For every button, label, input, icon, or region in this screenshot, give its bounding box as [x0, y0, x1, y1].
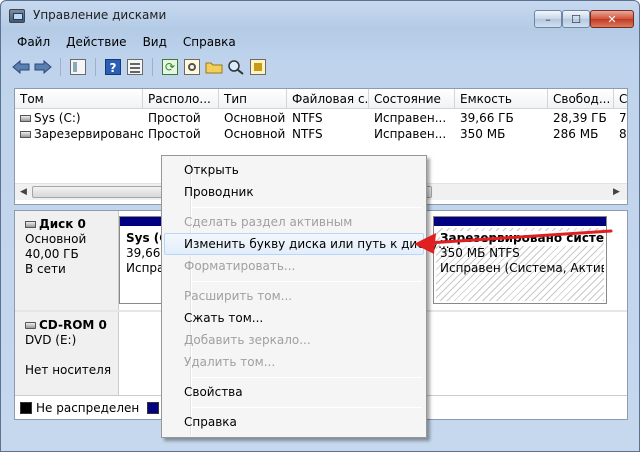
menu-item-properties[interactable]: Свойства	[164, 381, 424, 403]
menu-file[interactable]: Файл	[9, 35, 58, 49]
cdrom-0-size	[25, 348, 118, 363]
toolbar-separator	[152, 58, 153, 76]
table-cell: Исправен...	[374, 111, 447, 125]
menu-item-add-mirror: Добавить зеркало...	[184, 333, 311, 347]
cdrom-0-title: CD-ROM 0	[25, 318, 118, 333]
table-cell: Зарезервировано...	[15, 126, 143, 142]
partition-label: Sys (C	[126, 231, 164, 245]
search-icon[interactable]	[226, 57, 246, 77]
menu-item-mark-active: Сделать раздел активным	[184, 215, 353, 229]
table-row[interactable]: Зарезервировано... Простой Основной NTFS…	[15, 126, 627, 142]
column-header-free-space[interactable]: Свобод...	[548, 89, 614, 109]
disk-management-window: Управление дисками – ☐ ✕ Файл Действие В…	[0, 0, 640, 452]
legend-swatch-unallocated	[20, 401, 32, 414]
menu-bar: Файл Действие Вид Справка	[1, 31, 639, 53]
help-icon[interactable]: ?	[103, 57, 123, 77]
table-cell: Основной	[224, 127, 286, 141]
cdrom-0-type: DVD (E:)	[25, 333, 77, 347]
menu-item-shrink-volume[interactable]: Сжать том...	[164, 307, 424, 329]
partition-type-bar	[434, 217, 606, 226]
menu-item-delete-volume: Удалить том...	[184, 355, 276, 369]
table-cell: NTFS	[292, 127, 323, 141]
hard-disk-icon	[25, 221, 36, 228]
menu-separator	[192, 207, 422, 208]
table-cell: Исправен...	[374, 127, 447, 141]
column-header-volume[interactable]: Том	[15, 89, 143, 109]
table-cell: 286 МБ	[553, 127, 599, 141]
table-cell: Основной	[224, 111, 286, 125]
settings-icon[interactable]	[182, 57, 202, 77]
table-cell: Sys (C:)	[15, 110, 143, 126]
window-title: Управление дисками	[33, 8, 167, 22]
partition-sys-c[interactable]: Sys (C 39,66 Г Исправ	[119, 216, 167, 304]
column-header-type[interactable]: Тип	[219, 89, 287, 109]
table-cell: 350 МБ	[460, 127, 506, 141]
scroll-left-icon[interactable]: ◀	[20, 187, 27, 197]
menu-view[interactable]: Вид	[135, 35, 175, 49]
menu-separator	[192, 377, 422, 378]
menu-item-extend-volume: Расширить том...	[184, 289, 293, 303]
volume-list-header: Том Располо... Тип Файловая с... Состоян…	[15, 89, 627, 109]
table-cell: NTFS	[292, 111, 323, 125]
volume-name: Зарезервировано...	[34, 127, 143, 141]
drive-icon	[20, 131, 31, 138]
disk-0-label[interactable]: Диск 0 Основной 40,00 ГБ В сети	[15, 211, 119, 310]
context-menu: Открыть Проводник Сделать раздел активны…	[161, 155, 450, 438]
export-icon[interactable]	[248, 57, 268, 77]
menu-separator	[192, 407, 422, 408]
back-icon[interactable]	[11, 57, 31, 77]
volume-name: Sys (C:)	[34, 111, 81, 125]
disk-management-app-icon	[9, 9, 25, 23]
menu-action[interactable]: Действие	[58, 35, 134, 49]
table-cell: 28,39 ГБ	[553, 111, 607, 125]
column-header-percent-free[interactable]: С	[614, 89, 627, 109]
forward-icon[interactable]	[33, 57, 53, 77]
partition-status: Исправ	[126, 261, 164, 275]
console-tree-icon[interactable]	[68, 57, 88, 77]
folder-icon[interactable]	[204, 57, 224, 77]
refresh-icon[interactable]: ⟳	[160, 57, 180, 77]
cdrom-0-label[interactable]: CD-ROM 0 DVD (E:) Нет носителя	[15, 312, 119, 395]
menu-separator	[192, 281, 422, 282]
disk-0-type: Основной	[25, 232, 87, 246]
scroll-right-icon[interactable]: ▶	[613, 187, 620, 197]
legend-swatch-primary	[147, 401, 160, 414]
menu-item-format: Форматировать...	[184, 259, 296, 273]
annotation-arrow-icon	[414, 229, 613, 254]
table-cell: 7	[619, 111, 627, 125]
title-bar: Управление дисками – ☐ ✕	[1, 1, 639, 31]
cdrom-icon	[25, 322, 36, 329]
toolbar-separator	[95, 58, 96, 76]
minimize-button[interactable]: –	[534, 10, 562, 28]
table-row[interactable]: Sys (C:) Простой Основной NTFS Исправен.…	[15, 110, 627, 126]
close-button[interactable]: ✕	[590, 10, 634, 28]
drive-icon	[20, 115, 31, 122]
table-cell: 8	[619, 127, 627, 141]
partition-sys-c-info: Sys (C 39,66 Г Исправ	[122, 228, 164, 301]
menu-item-explore[interactable]: Проводник	[164, 181, 424, 203]
menu-help[interactable]: Справка	[175, 35, 244, 49]
table-cell: 39,66 ГБ	[460, 111, 514, 125]
menu-item-change-drive-letter[interactable]: Изменить букву диска или путь к диску...	[164, 233, 450, 255]
table-cell: Простой	[148, 127, 201, 141]
menu-item-help[interactable]: Справка	[164, 411, 424, 433]
toolbar-separator	[60, 58, 61, 76]
cdrom-0-status: Нет носителя	[25, 363, 112, 377]
menu-item-open[interactable]: Открыть	[164, 159, 424, 181]
toolbar: ? ⟳	[1, 53, 639, 81]
column-header-status[interactable]: Состояние	[369, 89, 455, 109]
disk-0-title: Диск 0	[25, 217, 118, 232]
disk-0-size: 40,00 ГБ	[25, 247, 79, 261]
properties-icon[interactable]	[125, 57, 145, 77]
column-header-layout[interactable]: Располо...	[143, 89, 219, 109]
column-header-capacity[interactable]: Емкость	[455, 89, 548, 109]
maximize-button[interactable]: ☐	[562, 10, 590, 28]
column-header-filesystem[interactable]: Файловая с...	[287, 89, 369, 109]
legend-label-unallocated: Не распределен	[36, 400, 140, 415]
disk-0-status: В сети	[25, 262, 66, 276]
table-cell: Простой	[148, 111, 201, 125]
partition-type-bar	[120, 217, 166, 226]
partition-size: 39,66 Г	[126, 246, 164, 260]
